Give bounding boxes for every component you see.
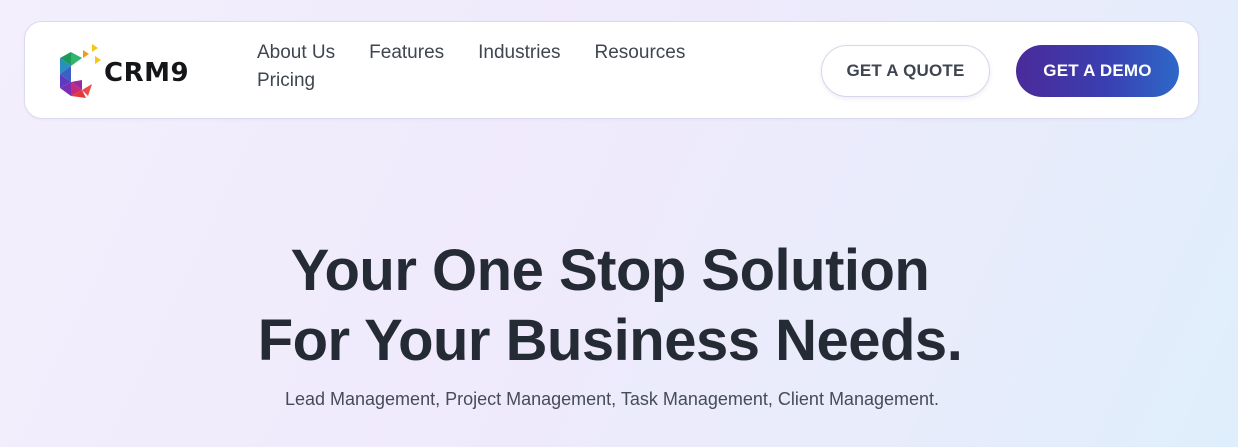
nav-industries[interactable]: Industries <box>478 42 560 64</box>
nav-about-us[interactable]: About Us <box>257 42 335 64</box>
hero-section: Your One Stop Solution For Your Business… <box>0 236 1238 410</box>
main-nav: About Us Features Industries Resources P… <box>257 42 757 92</box>
get-a-quote-button[interactable]: GET A QUOTE <box>821 45 990 97</box>
hero-title-line2: For Your Business Needs. <box>257 308 963 373</box>
nav-pricing[interactable]: Pricing <box>257 70 315 92</box>
nav-features[interactable]: Features <box>369 42 444 64</box>
brand-name: CRM9 <box>104 58 190 88</box>
get-a-demo-button[interactable]: GET A DEMO <box>1016 45 1179 97</box>
hero-subtitle: Lead Management, Project Management, Tas… <box>284 389 940 409</box>
hero-title-line1: Your One Stop Solution <box>290 238 930 303</box>
nav-resources[interactable]: Resources <box>595 42 686 64</box>
brand-logo[interactable]: CRM9 <box>54 40 204 100</box>
crm9-logo-icon <box>54 40 106 100</box>
top-navbar: CRM9 About Us Features Industries Resour… <box>24 21 1199 119</box>
hero-title: Your One Stop Solution For Your Business… <box>0 236 1238 376</box>
